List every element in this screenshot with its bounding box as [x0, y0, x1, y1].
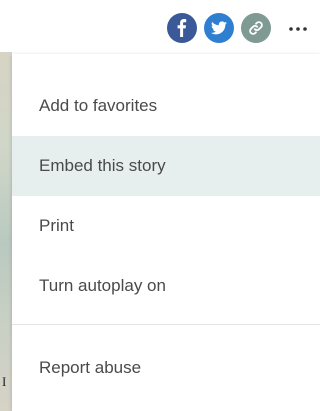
link-icon — [249, 21, 263, 35]
map-background: I — [0, 40, 12, 411]
more-options-button[interactable] — [283, 14, 313, 44]
facebook-icon — [177, 19, 187, 37]
menu-item-label: Report abuse — [39, 358, 142, 377]
share-icons — [167, 13, 271, 43]
menu-item-label: Add to favorites — [39, 96, 158, 115]
copy-link-button[interactable] — [241, 13, 271, 43]
more-options-menu: Add to favorites Embed this story Print … — [12, 54, 320, 411]
facebook-share-button[interactable] — [167, 13, 197, 43]
menu-item-label: Turn autoplay on — [39, 276, 166, 295]
more-icon — [289, 27, 307, 31]
share-toolbar — [0, 0, 320, 52]
menu-divider — [12, 324, 320, 325]
menu-item-turn-autoplay-on[interactable]: Turn autoplay on — [12, 256, 320, 316]
map-label-fragment: I — [2, 374, 7, 389]
twitter-share-button[interactable] — [204, 13, 234, 43]
menu-item-print[interactable]: Print — [12, 196, 320, 256]
twitter-icon — [211, 21, 227, 35]
menu-item-add-to-favorites[interactable]: Add to favorites — [12, 76, 320, 136]
menu-item-report-abuse[interactable]: Report abuse — [12, 338, 320, 398]
menu-item-label: Print — [39, 216, 74, 235]
menu-item-embed-story[interactable]: Embed this story — [12, 136, 320, 196]
story-page: I Add to favorites Embed this story Prin… — [0, 0, 320, 411]
menu-item-label: Embed this story — [39, 156, 166, 175]
